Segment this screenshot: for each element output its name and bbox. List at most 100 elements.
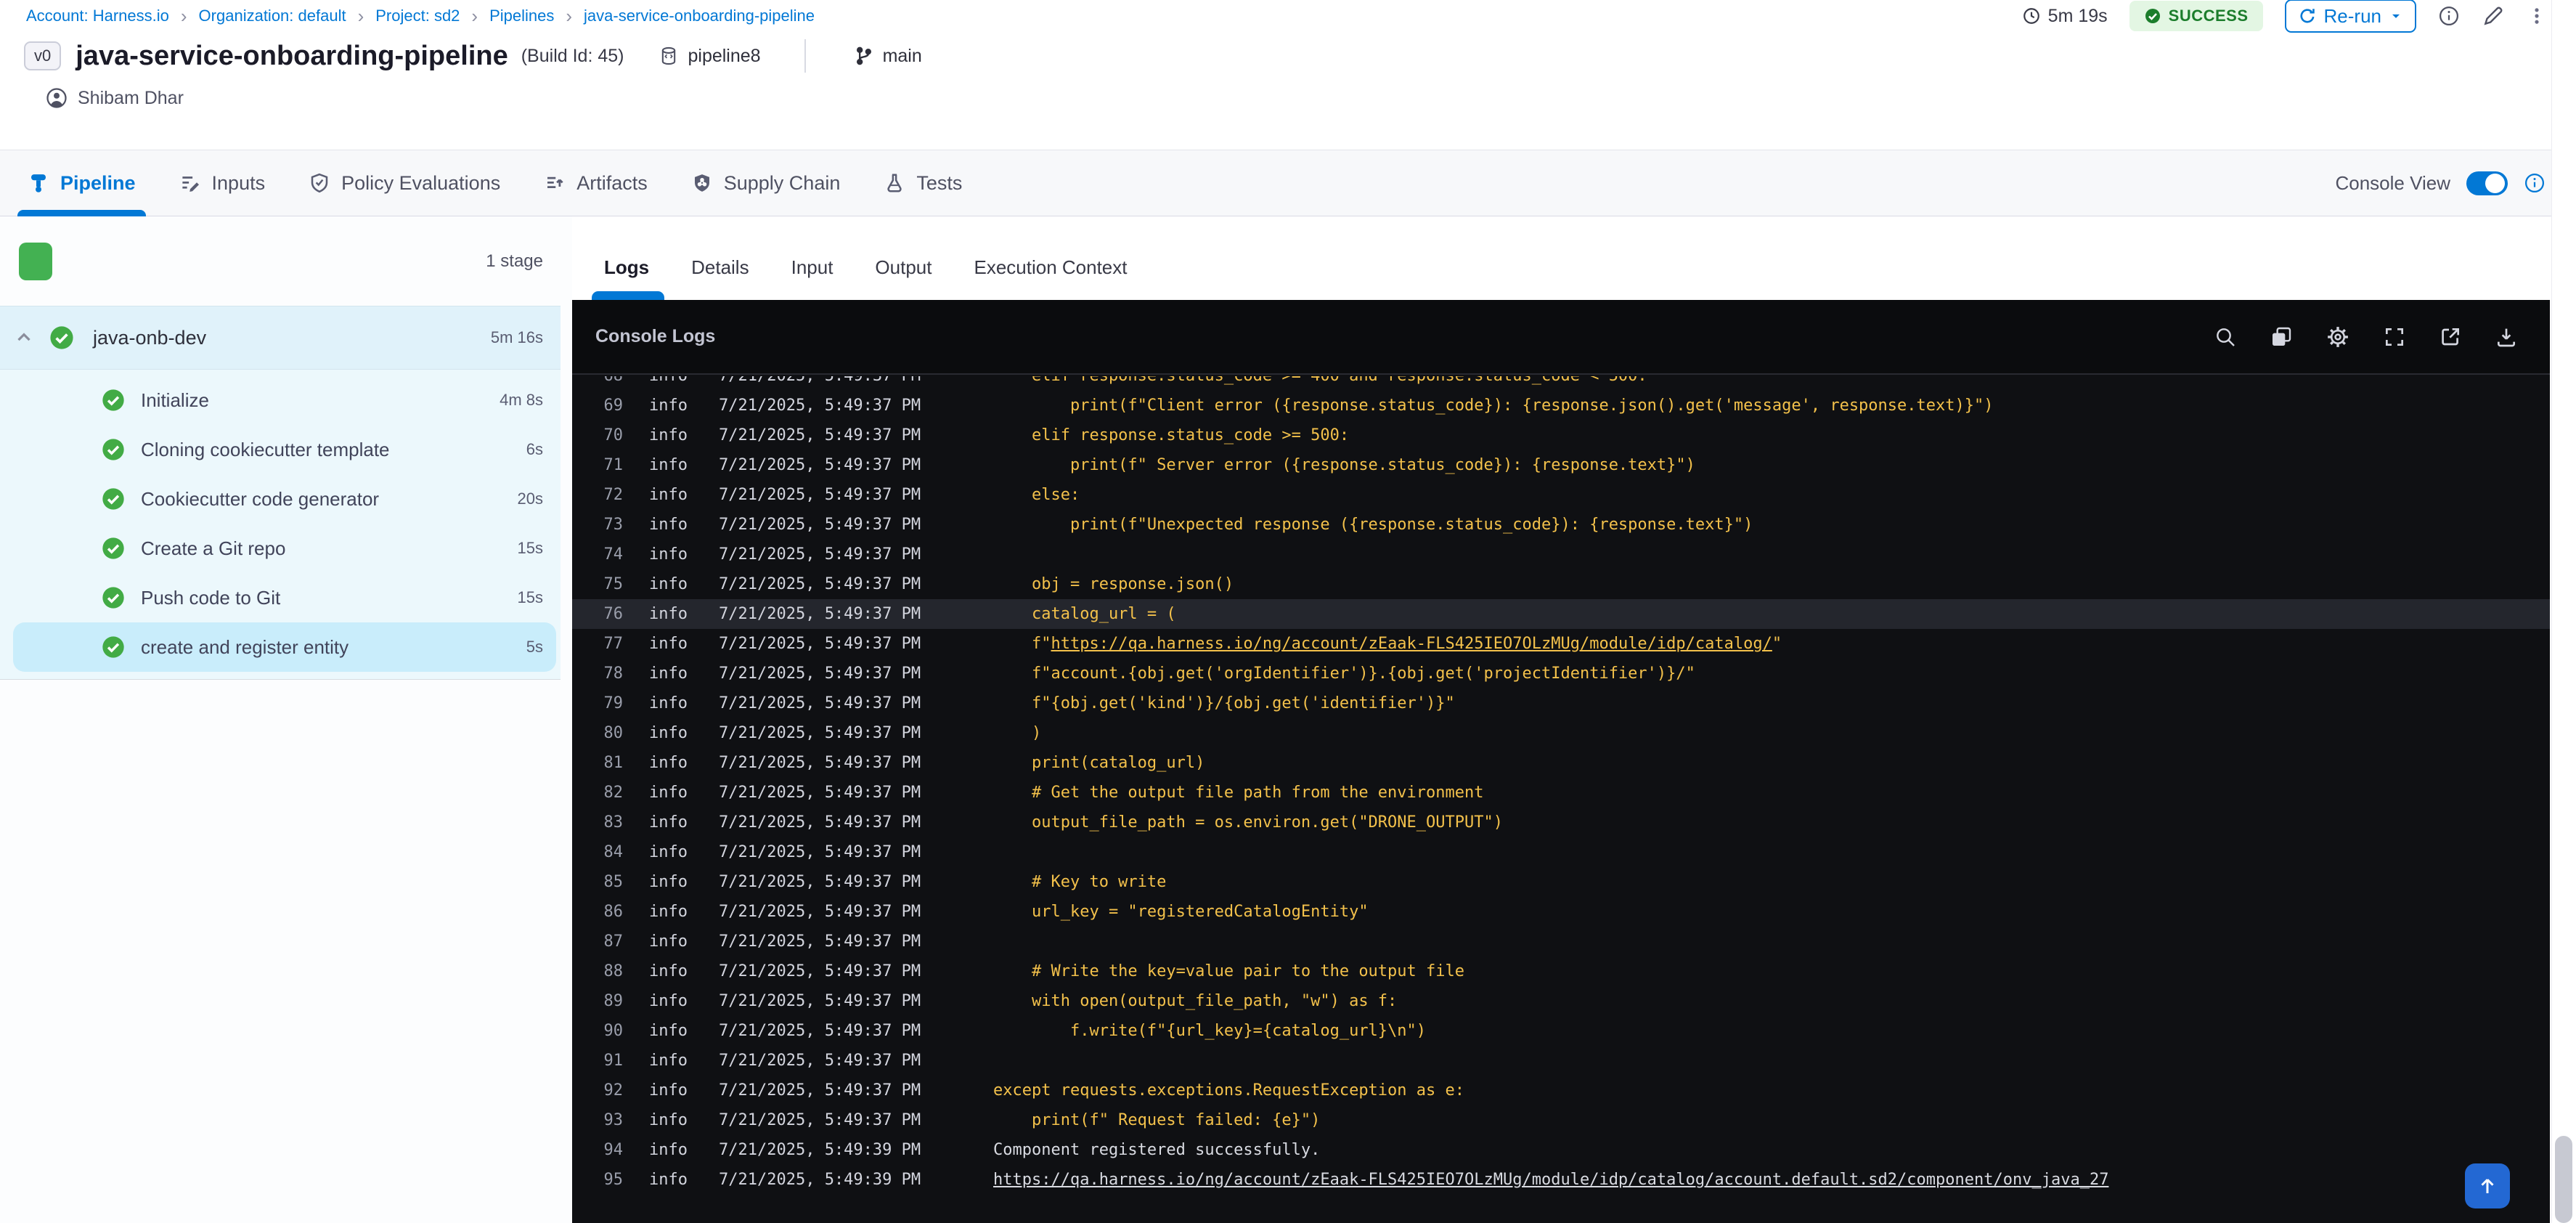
tab-output[interactable]: Output — [875, 256, 932, 279]
log-line-number: 79 — [603, 694, 624, 712]
flask-icon — [884, 172, 905, 194]
rerun-button[interactable]: Re-run — [2284, 0, 2416, 33]
log-line-number: 80 — [603, 724, 624, 742]
log-level: info — [649, 933, 688, 951]
log-viewport[interactable]: 68 info 7/21/2025, 5:49:37 PM elif respons… — [572, 376, 2550, 1223]
log-line: 70 info 7/21/2025, 5:49:37 PM elif respons… — [572, 420, 2550, 450]
log-line: 81 info 7/21/2025, 5:49:37 PM print(catalo… — [572, 748, 2550, 778]
step-item[interactable]: Push code to Git 15s — [13, 573, 556, 622]
log-link[interactable]: https://qa.harness.io/ng/account/zEaak-F… — [1051, 635, 1772, 653]
rerun-label: Re-run — [2323, 4, 2381, 27]
breadcrumb-link[interactable]: java-service-onboarding-pipeline — [584, 7, 815, 25]
console-panel: Console Logs 68 info 7/21/2025, 5:49:37 PM… — [572, 300, 2550, 1223]
log-line-number: 76 — [603, 605, 624, 623]
log-line-number: 73 — [603, 516, 624, 534]
log-message: print(f"Client error ({response.status_c… — [993, 397, 1994, 415]
step-duration: 6s — [526, 440, 543, 458]
open-in-new-icon[interactable] — [2439, 325, 2462, 349]
search-icon[interactable] — [2214, 325, 2237, 349]
log-message: print(catalog_url) — [993, 754, 1205, 772]
tab-tests[interactable]: Tests — [878, 150, 968, 216]
log-timestamp: 7/21/2025, 5:49:37 PM — [719, 1111, 921, 1129]
chevron-up-icon[interactable] — [13, 327, 35, 349]
log-line: 94 info 7/21/2025, 5:49:39 PM Component reg… — [572, 1135, 2550, 1165]
copy-icon[interactable] — [2270, 325, 2293, 349]
console-view-info-icon[interactable] — [2524, 172, 2546, 194]
branch-label: main — [882, 45, 922, 66]
log-level: info — [649, 813, 688, 832]
log-level: info — [649, 903, 688, 921]
log-timestamp: 7/21/2025, 5:49:37 PM — [719, 376, 941, 385]
log-level: info — [649, 784, 688, 802]
tab-artifacts[interactable]: Artifacts — [538, 150, 653, 216]
kebab-menu-icon[interactable] — [2527, 6, 2547, 26]
log-line: 75 info 7/21/2025, 5:49:37 PM obj = respon… — [572, 569, 2550, 599]
log-timestamp: 7/21/2025, 5:49:37 PM — [719, 843, 921, 861]
breadcrumb-link[interactable]: Project: sd2 — [375, 7, 460, 25]
edit-pencil-icon[interactable] — [2482, 4, 2505, 28]
log-level: info — [649, 873, 688, 891]
step-label: create and register entity — [141, 635, 349, 658]
log-timestamp: 7/21/2025, 5:49:37 PM — [719, 903, 921, 921]
stage-status-square[interactable] — [19, 242, 52, 280]
step-label: Push code to Git — [141, 586, 281, 609]
tab-details[interactable]: Details — [691, 256, 749, 279]
log-level: info — [649, 1081, 688, 1100]
main-tab-bar: Pipeline Inputs Policy Evaluations Artif… — [0, 150, 2576, 216]
breadcrumb-link[interactable]: Pipelines — [489, 7, 554, 25]
tab-logs[interactable]: Logs — [604, 256, 649, 279]
breadcrumb-separator-icon: › — [180, 5, 187, 27]
log-link[interactable]: https://qa.harness.io/ng/account/zEaak-F… — [993, 1171, 2108, 1189]
scrollbar-thumb[interactable] — [2555, 1136, 2572, 1223]
supply-chain-shield-icon — [691, 172, 713, 194]
download-icon[interactable] — [2495, 325, 2518, 349]
tab-inputs[interactable]: Inputs — [174, 150, 272, 216]
step-label: Cookiecutter code generator — [141, 487, 380, 510]
stage-row-java-onb-dev[interactable]: java-onb-dev 5m 16s — [0, 306, 561, 370]
clock-icon — [2022, 7, 2041, 25]
settings-gear-icon[interactable] — [2326, 325, 2350, 349]
log-line-number: 71 — [603, 456, 624, 474]
log-timestamp: 7/21/2025, 5:49:37 PM — [719, 724, 921, 742]
log-line-number: 70 — [603, 426, 624, 444]
fullscreen-icon[interactable] — [2383, 325, 2406, 349]
log-timestamp: 7/21/2025, 5:49:37 PM — [719, 575, 921, 593]
console-header: Console Logs — [572, 300, 2550, 375]
info-icon[interactable] — [2438, 5, 2460, 27]
tab-pipeline[interactable]: Pipeline — [17, 150, 146, 216]
log-message: else: — [993, 486, 1080, 504]
step-success-icon — [102, 487, 125, 511]
page-scrollbar[interactable] — [2551, 0, 2576, 1223]
breadcrumb-link[interactable]: Organization: default — [199, 7, 346, 25]
step-item[interactable]: Cloning cookiecutter template 6s — [13, 425, 556, 474]
log-timestamp: 7/21/2025, 5:49:37 PM — [719, 486, 921, 504]
step-item[interactable]: Initialize 4m 8s — [13, 375, 556, 425]
step-label: Initialize — [141, 389, 209, 411]
top-actions: 5m 19s SUCCESS Re-run — [2022, 0, 2547, 33]
step-item[interactable]: Create a Git repo 15s — [13, 524, 556, 573]
scroll-to-top-button[interactable] — [2465, 1163, 2510, 1208]
console-title: Console Logs — [595, 326, 716, 346]
log-level: info — [649, 376, 694, 385]
detail-tab-bar: Logs Details Input Output Execution Cont… — [572, 216, 2576, 300]
log-line-number: 74 — [603, 545, 624, 564]
breadcrumb-link[interactable]: Account: Harness.io — [26, 7, 169, 25]
console-view-toggle[interactable] — [2466, 171, 2508, 195]
log-line: 68 info 7/21/2025, 5:49:37 PM elif respons… — [572, 376, 2550, 391]
log-message: url_key = "registeredCatalogEntity" — [993, 903, 1369, 921]
log-line: 69 info 7/21/2025, 5:49:37 PM print(f"Clie… — [572, 391, 2550, 420]
log-level: info — [649, 665, 688, 683]
tab-policy-evaluations[interactable]: Policy Evaluations — [303, 150, 506, 216]
pipeline-ref[interactable]: pipeline8 — [659, 46, 761, 67]
tab-execution-context[interactable]: Execution Context — [974, 256, 1127, 279]
log-line: 87 info 7/21/2025, 5:49:37 PM — [572, 927, 2550, 956]
top-bar: Account: Harness.io › Organization: defaul… — [0, 0, 2576, 33]
step-item[interactable]: create and register entity 5s — [13, 622, 556, 672]
step-item[interactable]: Cookiecutter code generator 20s — [13, 474, 556, 524]
log-line: 82 info 7/21/2025, 5:49:37 PM # Get the ou… — [572, 778, 2550, 808]
tab-input[interactable]: Input — [791, 256, 833, 279]
log-timestamp: 7/21/2025, 5:49:39 PM — [719, 1171, 921, 1189]
tab-supply-chain[interactable]: Supply Chain — [685, 150, 847, 216]
log-line-number: 84 — [603, 843, 624, 861]
branch-ref[interactable]: main — [854, 46, 922, 67]
